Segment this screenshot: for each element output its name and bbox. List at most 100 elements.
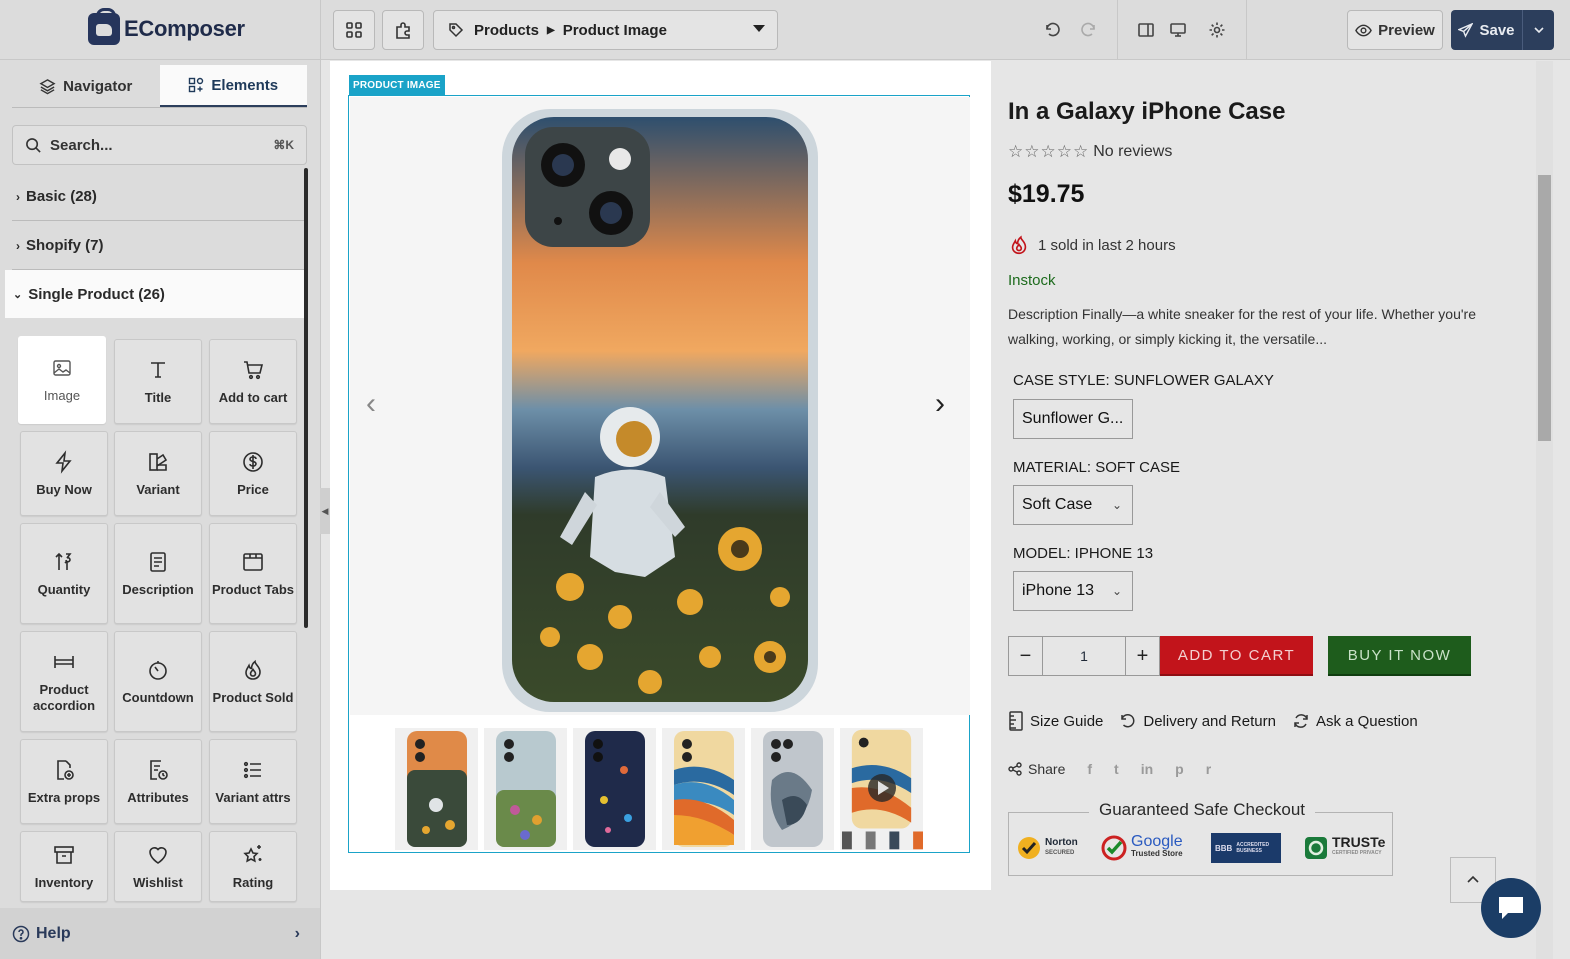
norton-badge: Norton SECURED bbox=[1017, 833, 1078, 863]
element-buy-now[interactable]: Buy Now bbox=[20, 431, 108, 516]
previous-image-button[interactable]: ‹ bbox=[366, 387, 376, 421]
help-icon bbox=[12, 925, 30, 942]
help-button[interactable]: Help › bbox=[0, 908, 320, 959]
save-options-dropdown[interactable] bbox=[1523, 10, 1554, 50]
share-label: Share bbox=[1028, 761, 1066, 777]
next-image-button[interactable]: › bbox=[935, 387, 945, 421]
page-breadcrumb-dropdown[interactable]: Products ▶ Product Image bbox=[433, 10, 778, 50]
desktop-icon bbox=[1170, 23, 1186, 37]
quantity-decrease-button[interactable]: − bbox=[1009, 637, 1042, 675]
reddit-icon[interactable]: r bbox=[1206, 761, 1211, 777]
category-label: Single Product (26) bbox=[28, 285, 165, 303]
tab-navigator[interactable]: Navigator bbox=[12, 65, 160, 107]
element-variant-attrs[interactable]: Variant attrs bbox=[209, 739, 297, 824]
element-quantity[interactable]: Quantity bbox=[20, 523, 108, 624]
redo-button[interactable] bbox=[1079, 20, 1099, 40]
element-extra-props[interactable]: Extra props bbox=[20, 739, 108, 824]
help-label: Help bbox=[36, 924, 71, 942]
element-rating[interactable]: Rating bbox=[209, 831, 297, 902]
link-label: Ask a Question bbox=[1315, 712, 1418, 730]
layout-grid-button[interactable] bbox=[333, 10, 375, 50]
product-price: $19.75 bbox=[1008, 180, 1085, 208]
undo-button[interactable] bbox=[1042, 20, 1062, 40]
sidebar-scrollbar[interactable] bbox=[304, 168, 308, 628]
category-single-product[interactable]: ⌄ Single Product (26) bbox=[5, 270, 305, 318]
reviews-count[interactable]: No reviews bbox=[1093, 143, 1172, 161]
element-product-tabs[interactable]: Product Tabs bbox=[209, 523, 297, 624]
thumbnail[interactable] bbox=[484, 728, 567, 850]
product-title: In a Galaxy iPhone Case bbox=[1008, 98, 1286, 125]
toggle-sidebar-button[interactable] bbox=[1136, 20, 1156, 40]
model-select[interactable]: iPhone 13 ⌄ bbox=[1013, 571, 1133, 611]
chevron-down-icon: ⌄ bbox=[1111, 498, 1122, 512]
element-label: Rating bbox=[232, 874, 274, 890]
collapse-sidebar-handle[interactable]: ◀ bbox=[320, 488, 330, 534]
search-placeholder: Search... bbox=[50, 136, 113, 154]
element-countdown[interactable]: Countdown bbox=[114, 631, 202, 732]
pinterest-icon[interactable]: p bbox=[1175, 761, 1184, 777]
quantity-input[interactable]: 1 bbox=[1042, 637, 1126, 675]
product-links: Size Guide Delivery and Return Ask a Que… bbox=[1008, 711, 1418, 731]
element-add-to-cart[interactable]: Add to cart bbox=[209, 339, 297, 424]
settings-button[interactable] bbox=[1207, 20, 1227, 40]
chat-button[interactable] bbox=[1481, 878, 1541, 938]
chevron-down-icon bbox=[753, 25, 765, 32]
element-price[interactable]: Price bbox=[209, 431, 297, 516]
category-basic[interactable]: › Basic (28) bbox=[12, 173, 305, 221]
element-image[interactable]: Image bbox=[18, 336, 106, 424]
buy-now-button[interactable]: BUY IT NOW bbox=[1328, 636, 1471, 676]
apps-button[interactable] bbox=[382, 10, 424, 50]
scrollbar-thumb[interactable] bbox=[1538, 175, 1551, 441]
ask-question-link[interactable]: Ask a Question bbox=[1292, 711, 1418, 731]
thumbnail[interactable] bbox=[662, 728, 745, 850]
thumbnail-video[interactable] bbox=[840, 728, 923, 850]
linkedin-icon[interactable]: in bbox=[1141, 761, 1153, 777]
element-product-sold[interactable]: Product Sold bbox=[209, 631, 297, 732]
breadcrumb-item[interactable]: Product Image bbox=[563, 22, 667, 39]
element-label: Countdown bbox=[122, 689, 194, 705]
device-desktop-button[interactable] bbox=[1168, 20, 1188, 40]
breadcrumb-separator-icon: ▶ bbox=[547, 24, 555, 36]
case-style-select[interactable]: Sunflower G... bbox=[1013, 399, 1133, 439]
category-shopify[interactable]: › Shopify (7) bbox=[12, 222, 305, 270]
facebook-icon[interactable]: f bbox=[1087, 761, 1092, 777]
element-wishlist[interactable]: Wishlist bbox=[114, 831, 202, 902]
twitter-icon[interactable]: t bbox=[1114, 761, 1119, 777]
chevron-right-icon: › bbox=[16, 189, 20, 204]
product-main-image[interactable]: ‹ › bbox=[350, 97, 970, 715]
element-inventory[interactable]: Inventory bbox=[20, 831, 108, 902]
product-description: Description Finally—a white sneaker for … bbox=[1008, 306, 1476, 347]
thumbnail[interactable] bbox=[751, 728, 834, 850]
link-label: Size Guide bbox=[1030, 712, 1104, 730]
tab-elements[interactable]: Elements bbox=[159, 65, 307, 107]
grid-icon bbox=[346, 22, 362, 38]
preview-button[interactable]: Preview bbox=[1347, 10, 1443, 50]
breadcrumb-item[interactable]: Products bbox=[474, 22, 539, 39]
app-logo[interactable]: EComposer bbox=[88, 8, 245, 45]
element-product-accordion[interactable]: Product accordion bbox=[20, 631, 108, 732]
badge-sub: SECURED bbox=[1045, 850, 1075, 856]
size-guide-link[interactable]: Size Guide bbox=[1008, 711, 1103, 731]
thumbnail[interactable] bbox=[573, 728, 656, 850]
element-variant[interactable]: Variant bbox=[114, 431, 202, 516]
quantity-increase-button[interactable]: + bbox=[1126, 637, 1159, 675]
inventory-icon bbox=[54, 845, 74, 864]
material-select[interactable]: Soft Case ⌄ bbox=[1013, 485, 1133, 525]
fire-icon bbox=[245, 659, 261, 680]
thumbnail[interactable] bbox=[395, 728, 478, 850]
add-to-cart-button[interactable]: ADD TO CART bbox=[1160, 636, 1313, 676]
chat-icon bbox=[1499, 897, 1523, 919]
stock-status: Instock bbox=[1008, 272, 1056, 289]
product-image-element[interactable]: ‹ › bbox=[348, 95, 970, 853]
option-label: MODEL: IPHONE 13 bbox=[1013, 545, 1154, 562]
element-title[interactable]: Title bbox=[114, 339, 202, 424]
checkmark-icon bbox=[1101, 835, 1127, 861]
save-button[interactable]: Save bbox=[1451, 10, 1523, 50]
canvas-scrollbar[interactable] bbox=[1536, 61, 1553, 959]
element-label: Inventory bbox=[34, 874, 94, 890]
delivery-return-link[interactable]: Delivery and Return bbox=[1119, 711, 1276, 731]
element-description[interactable]: Description bbox=[114, 523, 202, 624]
element-attributes[interactable]: Attributes bbox=[114, 739, 202, 824]
selected-element-label[interactable]: PRODUCT IMAGE bbox=[349, 75, 445, 95]
element-search-input[interactable]: Search... ⌘K bbox=[12, 125, 307, 165]
